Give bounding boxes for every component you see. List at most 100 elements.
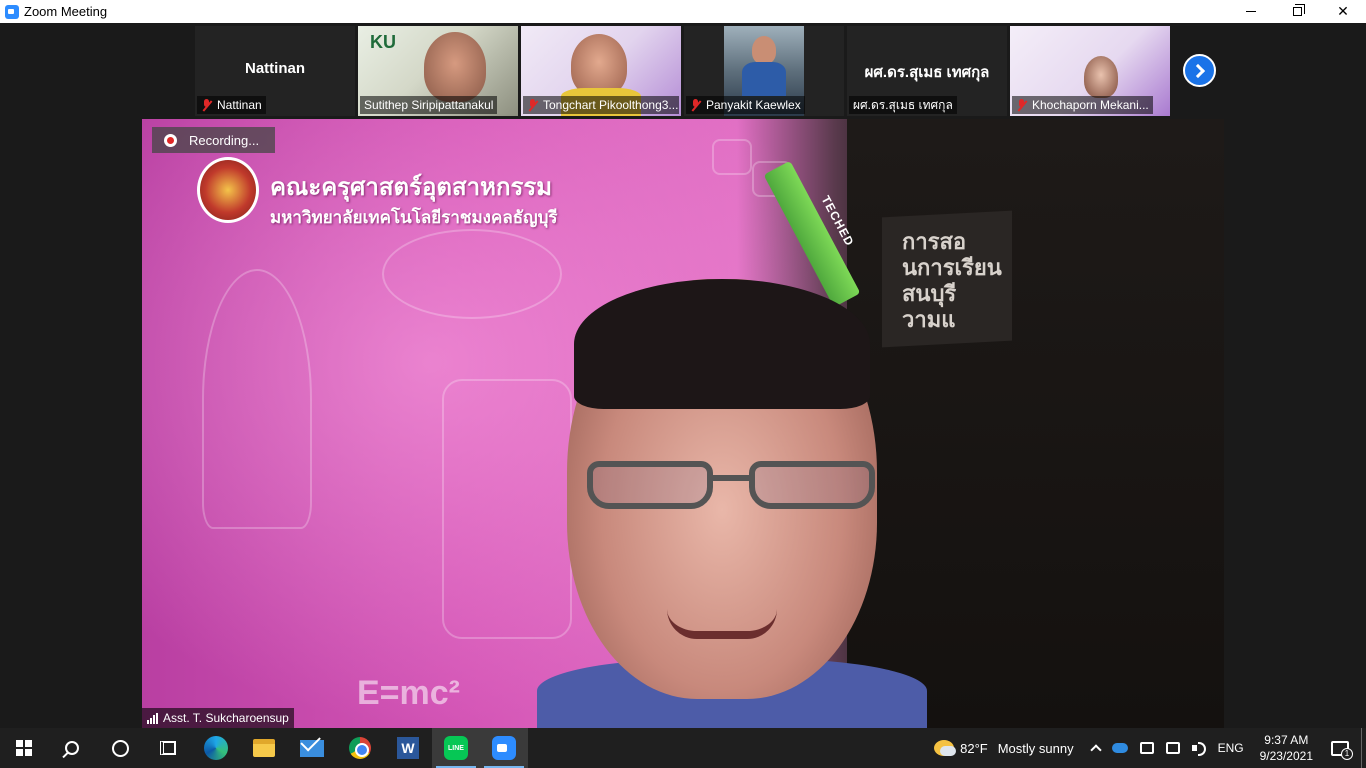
close-button[interactable]: ✕ [1320, 0, 1366, 23]
participant-tile[interactable]: Nattinan Nattinan [195, 26, 355, 116]
glasses-bridge [711, 475, 751, 481]
show-hidden-icons-button[interactable] [1089, 742, 1102, 756]
zoom-app-icon [5, 4, 19, 19]
participant-name: Nattinan [217, 98, 262, 112]
participant-nameplate: Khochaporn Mekani... [1012, 96, 1153, 114]
mic-muted-icon [1016, 99, 1028, 111]
speaker-mouth [667, 609, 777, 639]
participant-nameplate: Sutithep Siripipattanakul [360, 96, 498, 114]
volume-icon [1191, 742, 1206, 756]
mic-muted-icon [527, 99, 539, 111]
mail-app[interactable] [288, 728, 336, 768]
participant-tile[interactable]: Khochaporn Mekani... [1010, 26, 1170, 116]
formula-text: E=mc² [357, 674, 460, 712]
search-icon [65, 741, 79, 755]
participant-shirt [742, 62, 786, 96]
speaker-name: Asst. T. Sukcharoensup [163, 711, 289, 725]
participant-name: Tongchart Pikoolthong3... [543, 98, 679, 112]
onedrive-tray[interactable] [1111, 743, 1128, 753]
meeting-stage: Nattinan Nattinan KU Sutithep Siripipatt… [0, 23, 1366, 728]
action-center-button[interactable]: 1 [1331, 740, 1353, 760]
participant-nameplate: ผศ.ดร.สุเมธ เทศกุล [849, 96, 957, 114]
language-indicator[interactable]: ENG [1218, 741, 1244, 755]
room-background [847, 119, 1224, 728]
participant-face [571, 34, 627, 96]
minimize-icon [1246, 11, 1256, 12]
network-tray[interactable] [1165, 742, 1180, 754]
recording-icon [164, 133, 177, 147]
line-app[interactable]: LINE [432, 728, 480, 768]
participant-name: Sutithep Siripipattanakul [364, 98, 494, 112]
participant-face [424, 32, 486, 102]
window-controls: ✕ [1228, 0, 1366, 23]
background-title: คณะครุศาสตร์อุตสาหกรรม [270, 174, 553, 201]
background-hexagon-decor [712, 139, 752, 175]
task-view-icon [160, 741, 176, 755]
clock-date: 9/23/2021 [1259, 749, 1313, 763]
restore-button[interactable] [1274, 0, 1320, 23]
chevron-right-icon [1190, 63, 1205, 78]
recording-label: Recording... [189, 132, 260, 148]
cortana-icon [111, 739, 129, 757]
window-title: Zoom Meeting [24, 4, 108, 19]
cortana-button[interactable] [96, 728, 144, 768]
search-button[interactable] [48, 728, 96, 768]
participant-tile[interactable]: ผศ.ดร.สุเมธ เทศกุล ผศ.ดร.สุเมธ เทศกุล [847, 26, 1007, 116]
participant-name: ผศ.ดร.สุเมธ เทศกุล [853, 97, 953, 112]
active-speaker-video[interactable]: การสอ นการเรียน สนบุรี วามแ คณะครุศาสตร์… [142, 119, 1224, 728]
word-app[interactable]: W [384, 728, 432, 768]
edge-app[interactable] [192, 728, 240, 768]
show-desktop-button[interactable] [1361, 728, 1366, 768]
participant-tile[interactable]: Tongchart Pikoolthong3... [521, 26, 681, 116]
start-button[interactable] [0, 728, 48, 768]
weather-temp: 82°F [960, 740, 988, 756]
background-robot-decor [442, 379, 572, 639]
weather-widget[interactable]: 82°F Mostly sunny [934, 740, 1074, 756]
participant-display-name: Nattinan [245, 60, 305, 77]
notification-count: 1 [1341, 747, 1353, 760]
task-view-button[interactable] [144, 728, 192, 768]
cloud-icon [1111, 743, 1128, 753]
weather-text: Mostly sunny [997, 740, 1074, 756]
background-subtitle: มหาวิทยาลัยเทคโนโลยีราชมงคลธัญบุรี [270, 208, 558, 227]
university-logo [197, 157, 259, 223]
speaker-hair [574, 279, 870, 409]
speaker-glasses [587, 461, 877, 513]
recording-indicator[interactable]: Recording... [152, 127, 275, 153]
chrome-icon [349, 737, 371, 759]
restore-icon [1292, 4, 1305, 16]
ku-logo: KU [370, 32, 396, 52]
participant-nameplate: Panyakit Kaewlex [686, 96, 805, 114]
room-signboard-text: การสอ นการเรียน สนบุรี วามแ [902, 229, 1002, 332]
participant-tile[interactable]: Panyakit Kaewlex [684, 26, 844, 116]
mail-icon [300, 739, 324, 757]
system-tray: 82°F Mostly sunny ENG 9:37 AM 9/23/2021 … [928, 728, 1366, 768]
mic-muted-icon [690, 99, 702, 111]
participant-tile[interactable]: KU Sutithep Siripipattanakul [358, 26, 518, 116]
background-planet-decor [382, 229, 562, 319]
participant-name: Panyakit Kaewlex [706, 98, 801, 112]
participant-name: Khochaporn Mekani... [1032, 98, 1149, 112]
speaker-nameplate: Asst. T. Sukcharoensup [142, 708, 294, 728]
chevron-up-icon [1089, 744, 1102, 756]
line-icon: LINE [444, 736, 468, 760]
volume-tray[interactable] [1191, 742, 1206, 756]
folder-icon [253, 739, 275, 757]
next-participants-button[interactable] [1183, 54, 1216, 87]
partly-sunny-icon [934, 740, 957, 756]
participant-nameplate: Tongchart Pikoolthong3... [523, 96, 679, 114]
network-icon [1165, 742, 1180, 754]
clock[interactable]: 9:37 AM 9/23/2021 [1260, 732, 1313, 764]
signal-strength-icon [147, 712, 158, 724]
file-explorer-app[interactable] [240, 728, 288, 768]
zoom-taskbar-app[interactable] [480, 728, 528, 768]
minimize-button[interactable] [1228, 0, 1274, 23]
glasses-lens-left [587, 461, 713, 509]
tray-app-icon[interactable] [1139, 742, 1154, 754]
chrome-app[interactable] [336, 728, 384, 768]
glasses-lens-right [749, 461, 875, 509]
participant-nameplate: Nattinan [197, 96, 266, 114]
close-icon: ✕ [1337, 3, 1349, 19]
windows-logo-icon [16, 740, 32, 756]
participant-strip: Nattinan Nattinan KU Sutithep Siripipatt… [195, 26, 1170, 116]
